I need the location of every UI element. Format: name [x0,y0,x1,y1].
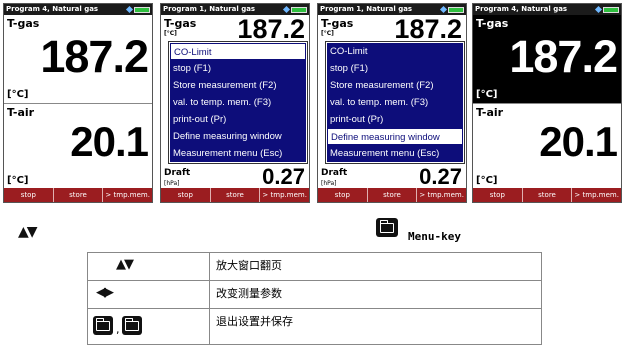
param-value: 187.2 [40,31,149,82]
tmp-mem-button[interactable]: > tmp.mem. [259,188,309,202]
signal-icon [594,5,603,14]
folder-icon [93,316,113,335]
function-key-bar: stop store > tmp.mem. [473,188,621,202]
param-value: 187.2 [509,31,618,82]
key-description: 放大窗口翻页 [209,252,542,281]
param-label: T-gas [476,17,509,30]
left-right-arrows-icon: ◀▶ [96,285,114,300]
param-label: T-air [476,106,504,119]
tmp-mem-button[interactable]: > tmp.mem. [416,188,466,202]
screen-title: Program 4, Natural gas [473,4,621,15]
stop-button[interactable]: stop [4,188,53,202]
key-cell: ▲▼ [87,252,210,281]
store-button[interactable]: store [521,188,572,202]
function-key-bar: stop store > tmp.mem. [4,188,152,202]
battery-icon [291,6,307,13]
param-unit: [°C] [321,30,334,37]
menu-item-define-window[interactable]: Define measuring window [170,128,306,145]
menu-item-co-limit[interactable]: CO-Limit [327,43,463,60]
param-unit: [°C] [164,30,177,37]
screen-title: Program 4, Natural gas [4,4,152,15]
key-description: 改变测量参数 [209,280,542,309]
key-description: 退出设置并保存 [209,308,542,345]
param-unit: [°C] [7,175,29,186]
param-value: 187.2 [237,14,305,44]
function-key-bar: stop store > tmp.mem. [161,188,309,202]
measurement-window-bottom[interactable]: T-air 20.1 [°C] [4,104,152,190]
device-screen-3: Program 1, Natural gas T-gas 187.2 [°C] … [317,3,467,203]
param-value: 20.1 [539,118,618,165]
battery-icon [134,6,150,13]
menu-item-co-limit[interactable]: CO-Limit [170,43,306,60]
menu-item-print-out[interactable]: print-out (Pr) [170,111,306,128]
store-button[interactable]: store [209,188,260,202]
draft-label: Draft [164,168,191,178]
status-icons [439,5,464,14]
up-down-arrows-icon: ▲▼ [18,224,37,240]
key-cell: ◀▶ [87,280,210,309]
battery-icon [603,6,619,13]
stop-button[interactable]: stop [161,188,210,202]
key-cell: , [87,308,210,345]
draft-value: 0.27 [262,164,305,189]
context-menu: CO-Limit stop (F1) Store measurement (F2… [326,42,464,163]
device-screen-1: Program 4, Natural gas T-gas 187.2 [°C] … [3,3,153,203]
menu-item-print-out[interactable]: print-out (Pr) [327,111,463,128]
param-value: 20.1 [70,118,149,165]
status-icons [282,5,307,14]
up-down-arrows-icon: ▲▼ [116,257,134,272]
separator: , [116,323,120,336]
draft-unit: [hPa] [321,180,337,187]
menu-item-measurement-menu[interactable]: Measurement menu (Esc) [327,145,463,162]
draft-label: Draft [321,168,348,178]
tmp-mem-button[interactable]: > tmp.mem. [102,188,152,202]
battery-icon [448,6,464,13]
folder-icon [376,218,398,237]
param-value: 187.2 [394,14,462,44]
folder-icon [122,316,142,335]
stop-button[interactable]: stop [318,188,367,202]
signal-icon [439,5,448,14]
store-button[interactable]: store [52,188,103,202]
menu-item-store-measurement[interactable]: Store measurement (F2) [327,77,463,94]
menu-item-stop[interactable]: stop (F1) [327,60,463,77]
table-row: ◀▶ 改变测量参数 [87,280,542,309]
measurement-window-bottom[interactable]: T-air 20.1 [°C] [473,104,621,190]
param-label: T-gas [7,17,40,30]
status-icons [125,5,150,14]
stop-button[interactable]: stop [473,188,522,202]
signal-icon [282,5,291,14]
menu-item-val-to-temp-mem[interactable]: val. to temp. mem. (F3) [170,94,306,111]
menu-item-store-measurement[interactable]: Store measurement (F2) [170,77,306,94]
function-key-bar: stop store > tmp.mem. [318,188,466,202]
signal-icon [125,5,134,14]
param-label: T-air [7,106,35,119]
store-button[interactable]: store [366,188,417,202]
device-screen-2: Program 1, Natural gas T-gas 187.2 [°C] … [160,3,310,203]
menu-item-define-window[interactable]: Define measuring window [327,128,463,145]
measurement-window-top[interactable]: T-gas 187.2 [°C] [4,15,152,104]
draft-unit: [hPa] [164,180,180,187]
draft-value: 0.27 [419,164,462,189]
context-menu: CO-Limit stop (F1) Store measurement (F2… [169,42,307,163]
status-icons [594,5,619,14]
param-label: T-gas [321,17,354,30]
menu-item-val-to-temp-mem[interactable]: val. to temp. mem. (F3) [327,94,463,111]
menu-key-label: Menu-key [408,230,461,243]
table-row: , 退出设置并保存 [87,308,542,345]
param-label: T-gas [164,17,197,30]
param-unit: [°C] [476,175,498,186]
device-screen-4: Program 4, Natural gas T-gas 187.2 [°C] … [472,3,622,203]
table-row: ▲▼ 放大窗口翻页 [87,252,542,281]
menu-item-stop[interactable]: stop (F1) [170,60,306,77]
tmp-mem-button[interactable]: > tmp.mem. [571,188,621,202]
param-unit: [°C] [476,89,498,100]
key-function-table: ▲▼ 放大窗口翻页 ◀▶ 改变测量参数 , 退出设置并保存 [87,252,542,345]
param-unit: [°C] [7,89,29,100]
measurement-window-top-selected[interactable]: T-gas 187.2 [°C] [473,15,621,104]
menu-item-measurement-menu[interactable]: Measurement menu (Esc) [170,145,306,162]
